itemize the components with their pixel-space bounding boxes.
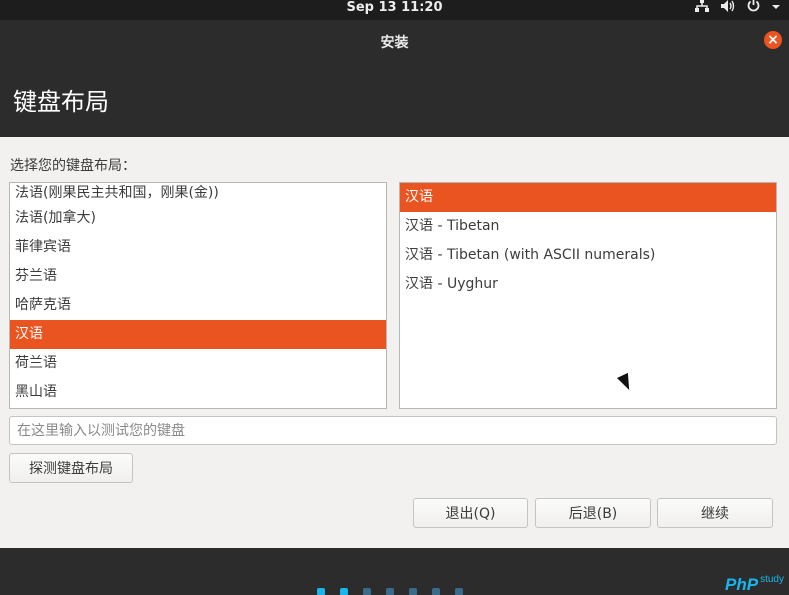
continue-button[interactable]: 继续: [657, 498, 773, 528]
window-title: 安装: [380, 35, 409, 51]
progress-dot: [317, 588, 325, 595]
close-icon[interactable]: ×: [764, 31, 782, 49]
layout-list-item[interactable]: 菲律宾语: [10, 233, 386, 262]
layout-list-item[interactable]: 黑山语: [10, 378, 386, 407]
clock[interactable]: Sep 13 11:20: [0, 0, 789, 16]
progress-dot: [386, 588, 394, 595]
keyboard-test-input[interactable]: [9, 416, 777, 445]
layout-list-item[interactable]: 法语(加拿大): [10, 204, 386, 233]
back-button[interactable]: 后退(B): [535, 498, 651, 528]
layout-list[interactable]: 法语(刚果民主共和国，刚果(金)) 法语(加拿大) 菲律宾语 芬兰语 哈萨克语 …: [9, 182, 387, 409]
progress-dot: [340, 588, 348, 595]
variant-list[interactable]: 汉语 汉语 - Tibetan 汉语 - Tibetan (with ASCII…: [399, 182, 777, 409]
layout-list-item[interactable]: 法语(刚果民主共和国，刚果(金)): [10, 183, 386, 204]
layout-list-item[interactable]: 荷兰语: [10, 349, 386, 378]
top-panel: Sep 13 11:20: [0, 0, 789, 20]
variant-list-item[interactable]: 汉语 - Tibetan (with ASCII numerals): [400, 241, 776, 270]
progress-dot: [432, 588, 440, 595]
footer: PhP study: [0, 548, 789, 595]
progress-dot: [363, 588, 371, 595]
watermark-logo: PhP study: [725, 574, 784, 595]
variant-list-item[interactable]: 汉语 - Tibetan: [400, 212, 776, 241]
volume-icon[interactable]: [720, 0, 736, 18]
watermark-sub: study: [760, 574, 784, 585]
main-content: 选择您的键盘布局： 法语(刚果民主共和国，刚果(金)) 法语(加拿大) 菲律宾语…: [0, 137, 789, 548]
progress-dot: [409, 588, 417, 595]
variant-list-item-selected[interactable]: 汉语: [400, 183, 776, 212]
layout-list-item[interactable]: 芬兰语: [10, 262, 386, 291]
layout-prompt: 选择您的键盘布局：: [10, 158, 136, 174]
quit-button[interactable]: 退出(Q): [413, 498, 528, 528]
system-tray[interactable]: [694, 0, 781, 16]
network-icon[interactable]: [694, 0, 710, 18]
layout-list-item[interactable]: 哈萨克语: [10, 291, 386, 320]
page-title: 键盘布局: [13, 88, 109, 116]
variant-list-item[interactable]: 汉语 - Uyghur: [400, 270, 776, 299]
chevron-down-icon[interactable]: [771, 0, 781, 16]
page-header: 键盘布局: [0, 60, 789, 137]
layout-list-item-selected[interactable]: 汉语: [10, 320, 386, 349]
power-icon[interactable]: [746, 0, 761, 18]
progress-dot: [455, 588, 463, 595]
detect-layout-button[interactable]: 探测键盘布局: [9, 453, 133, 483]
progress-dots: [317, 588, 463, 595]
watermark-main: PhP: [725, 575, 759, 594]
window-titlebar: 安装 ×: [0, 20, 789, 60]
